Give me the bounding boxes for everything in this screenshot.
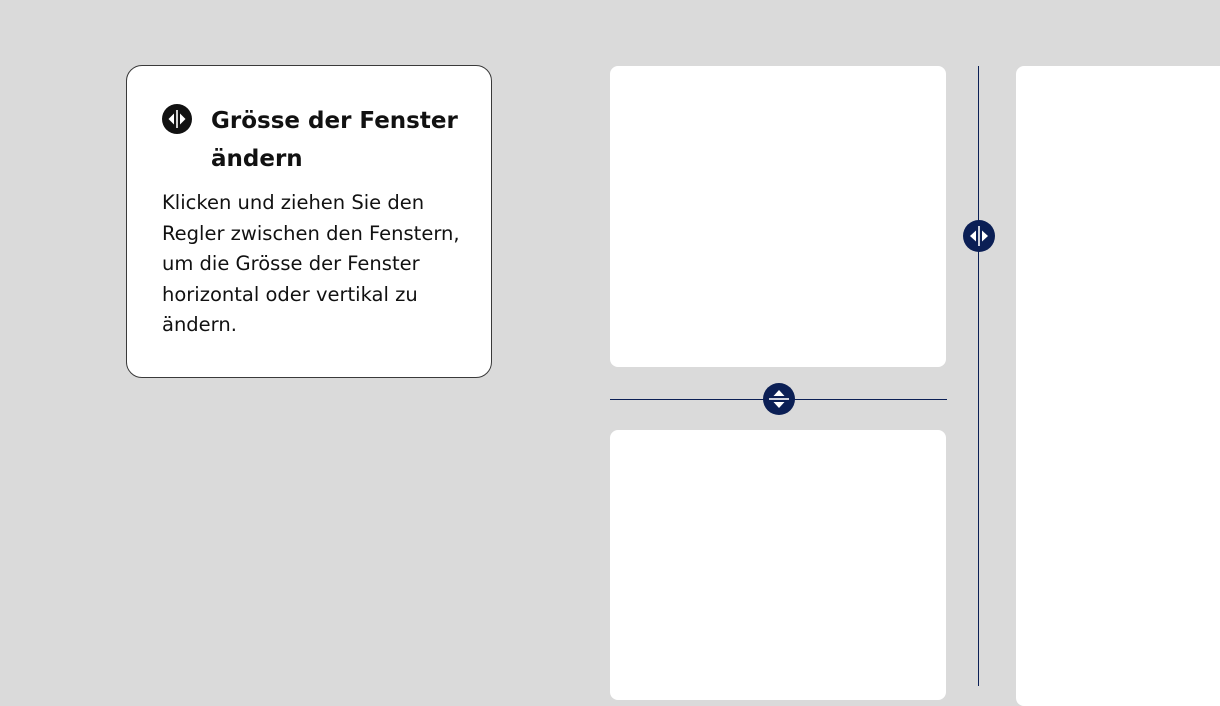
resize-info-card: Grösse der Fenster ändern Klicken und zi… (126, 65, 492, 378)
resize-horizontal-arrows-icon (963, 220, 995, 252)
info-card-description: Klicken und ziehen Sie den Regler zwisch… (162, 191, 460, 336)
vertical-splitter-handle[interactable] (963, 220, 995, 252)
resize-vertical-arrows-icon (763, 383, 795, 415)
info-card-title: Grösse der Fenster ändern (211, 108, 458, 172)
window-pane-right (1016, 66, 1220, 706)
resize-horizontal-icon (162, 104, 192, 134)
vertical-splitter[interactable] (978, 66, 979, 686)
window-pane-top-left (610, 66, 946, 367)
horizontal-splitter-handle[interactable] (763, 383, 795, 415)
window-pane-bottom-left (610, 430, 946, 700)
